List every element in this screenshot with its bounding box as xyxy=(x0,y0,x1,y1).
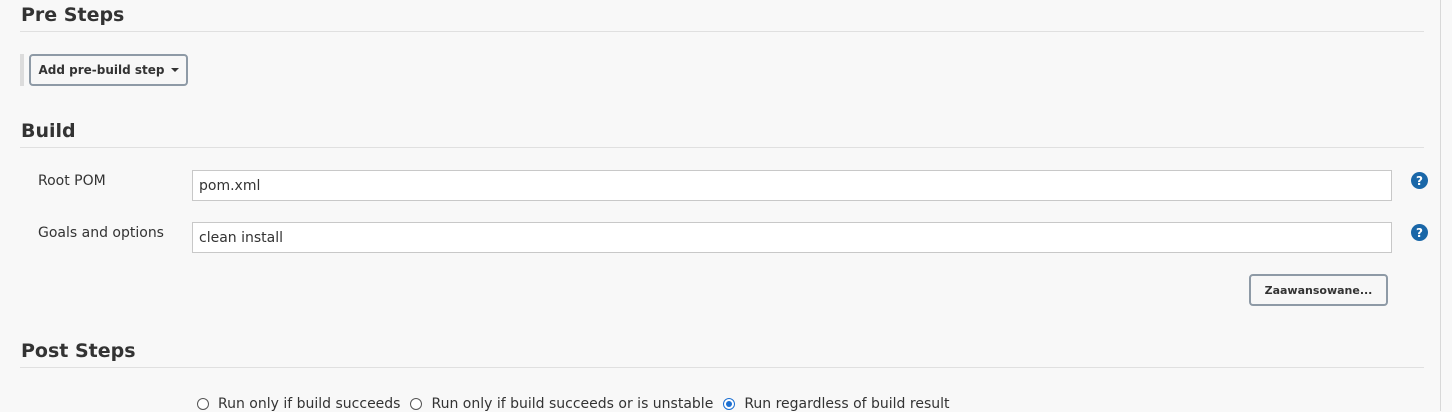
page-right-border xyxy=(1440,0,1441,411)
post-steps-radio-group: Run only if build succeeds Run only if b… xyxy=(197,396,960,412)
help-icon[interactable]: ? xyxy=(1411,224,1428,241)
caret-down-icon xyxy=(170,68,179,72)
add-pre-build-step-label: Add pre-build step xyxy=(38,63,165,77)
goals-and-options-label: Goals and options xyxy=(38,225,164,241)
radio-label: Run only if build succeeds or is unstabl… xyxy=(431,396,714,412)
radio-option-success[interactable]: Run only if build succeeds xyxy=(197,396,400,412)
root-pom-input[interactable] xyxy=(192,170,1392,201)
build-divider xyxy=(20,147,1424,148)
goals-and-options-input[interactable] xyxy=(192,222,1392,253)
radio-label: Run only if build succeeds xyxy=(218,396,401,412)
radio-button-selected[interactable] xyxy=(723,398,736,410)
add-pre-build-step-button[interactable]: Add pre-build step xyxy=(29,54,188,86)
post-steps-title: Post Steps xyxy=(21,340,136,362)
post-steps-divider xyxy=(20,367,1424,368)
pre-steps-rail xyxy=(20,54,24,86)
radio-button[interactable] xyxy=(197,398,209,410)
help-icon[interactable]: ? xyxy=(1411,172,1428,189)
svg-text:?: ? xyxy=(1416,174,1423,188)
build-title: Build xyxy=(21,120,76,142)
radio-option-regardless[interactable]: Run regardless of build result xyxy=(723,396,950,412)
root-pom-label: Root POM xyxy=(38,173,106,189)
svg-text:?: ? xyxy=(1416,226,1423,240)
pre-steps-divider xyxy=(20,31,1424,32)
advanced-button[interactable]: Zaawansowane... xyxy=(1249,274,1388,306)
radio-option-success-or-unstable[interactable]: Run only if build succeeds or is unstabl… xyxy=(410,396,713,412)
pre-steps-title: Pre Steps xyxy=(21,4,125,26)
radio-button[interactable] xyxy=(410,398,423,410)
radio-label: Run regardless of build result xyxy=(744,396,950,412)
